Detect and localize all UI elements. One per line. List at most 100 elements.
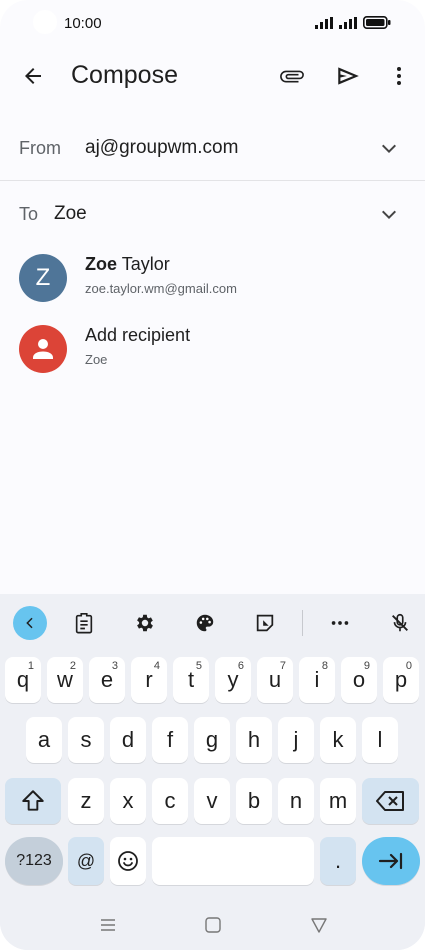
key-o[interactable]: o9 (341, 657, 377, 703)
space-bar[interactable] (152, 837, 314, 885)
key-label: t (187, 667, 195, 692)
key-hint: 3 (111, 660, 118, 672)
key-label: y (227, 667, 239, 692)
theme-button[interactable] (188, 606, 222, 640)
person-icon (33, 339, 53, 359)
key-hint: 0 (405, 660, 412, 672)
key-k[interactable]: k (320, 717, 356, 763)
add-recipient-label: Add recipient (85, 325, 191, 345)
keyboard: ?123 @ . q1w2e3r4t5y6u7i8o9p0asdfghjklzx… (0, 594, 425, 950)
from-value: aj@groupwm.com (85, 137, 239, 158)
at-key[interactable]: @ (68, 837, 104, 885)
sticker-button[interactable] (248, 606, 282, 640)
suggestion-email: zoe.taylor.wm@gmail.com (85, 281, 237, 296)
key-j[interactable]: j (278, 717, 314, 763)
person-avatar (19, 325, 67, 373)
keyboard-toolbar (0, 594, 425, 650)
key-r[interactable]: r4 (131, 657, 167, 703)
clipboard-button[interactable] (67, 606, 101, 640)
to-label: To (19, 204, 39, 224)
key-x[interactable]: x (110, 778, 146, 824)
voice-input-button[interactable] (383, 606, 417, 640)
suggestion-add-recipient[interactable]: Add recipient Zoe (0, 315, 425, 381)
key-v[interactable]: v (194, 778, 230, 824)
arrow-back-icon (25, 68, 41, 84)
key-i[interactable]: i8 (299, 657, 335, 703)
key-label: h (247, 727, 261, 752)
key-q[interactable]: q1 (5, 657, 41, 703)
key-w[interactable]: w2 (47, 657, 83, 703)
key-hint: 6 (237, 660, 244, 672)
key-hint: 1 (27, 660, 34, 672)
key-label: g (205, 727, 219, 752)
key-label: b (247, 788, 261, 813)
key-hint: 8 (321, 660, 328, 672)
symbols-key[interactable]: ?123 (5, 837, 63, 885)
divider (0, 180, 425, 181)
key-label: a (37, 727, 51, 752)
sticker-icon (256, 614, 274, 632)
key-h[interactable]: h (236, 717, 272, 763)
key-e[interactable]: e3 (89, 657, 125, 703)
key-label: v (206, 788, 218, 813)
chevron-down-icon[interactable] (377, 202, 401, 226)
key-t[interactable]: t5 (173, 657, 209, 703)
key-p[interactable]: p0 (383, 657, 419, 703)
key-label: r (145, 667, 153, 692)
more-vert-icon (397, 67, 401, 85)
next-key[interactable] (362, 837, 420, 885)
suggestion-contact[interactable]: Z Zoe Taylor zoe.taylor.wm@gmail.com (0, 244, 425, 310)
menu-icon (101, 919, 115, 931)
toolbar-collapse-button[interactable] (13, 606, 47, 640)
key-hint: 4 (153, 660, 160, 672)
key-hint: 5 (195, 660, 202, 672)
key-n[interactable]: n (278, 778, 314, 824)
key-label: d (121, 727, 135, 752)
key-label: k (332, 727, 344, 752)
key-label: i (314, 667, 320, 692)
from-row[interactable]: From aj@groupwm.com (0, 118, 425, 180)
square-icon (205, 917, 221, 933)
period-key[interactable]: . (320, 837, 356, 885)
to-input[interactable]: Zoe (54, 203, 87, 225)
back-nav-button[interactable] (306, 912, 332, 938)
key-d[interactable]: d (110, 717, 146, 763)
key-m[interactable]: m (320, 778, 356, 824)
key-c[interactable]: c (152, 778, 188, 824)
attach-button[interactable] (272, 56, 312, 96)
page-title: Compose (71, 61, 178, 89)
suggestion-name: Zoe Taylor (85, 254, 170, 275)
key-l[interactable]: l (362, 717, 398, 763)
more-horiz-icon (331, 621, 349, 625)
home-button[interactable] (200, 912, 226, 938)
to-row[interactable]: To Zoe (0, 184, 425, 242)
settings-button[interactable] (128, 606, 162, 640)
recents-button[interactable] (95, 912, 121, 938)
palette-icon (196, 614, 214, 632)
from-label: From (19, 138, 61, 158)
system-nav-bar (0, 900, 425, 950)
key-hint: 7 (279, 660, 286, 672)
more-tools-button[interactable] (323, 606, 357, 640)
chevron-down-icon[interactable] (377, 136, 401, 160)
key-g[interactable]: g (194, 717, 230, 763)
key-u[interactable]: u7 (257, 657, 293, 703)
key-b[interactable]: b (236, 778, 272, 824)
key-z[interactable]: z (68, 778, 104, 824)
clipboard-icon (75, 613, 93, 634)
toolbar-separator (302, 610, 303, 636)
key-y[interactable]: y6 (215, 657, 251, 703)
key-f[interactable]: f (152, 717, 188, 763)
send-button[interactable] (328, 56, 368, 96)
more-options-button[interactable] (379, 56, 419, 96)
emoji-key[interactable] (110, 837, 146, 885)
status-bar: 10:00 (0, 0, 425, 48)
status-icons (315, 16, 391, 29)
backspace-key[interactable] (362, 778, 419, 824)
back-button[interactable] (13, 56, 53, 96)
shift-key[interactable] (5, 778, 61, 824)
screen: 10:00 Compose From aj@groupwm.com To Zoe… (0, 0, 425, 950)
triangle-back-icon (311, 918, 327, 933)
key-s[interactable]: s (68, 717, 104, 763)
key-a[interactable]: a (26, 717, 62, 763)
